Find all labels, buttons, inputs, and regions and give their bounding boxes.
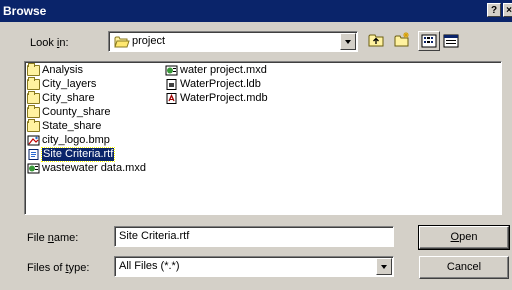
folder-icon xyxy=(27,91,40,104)
bitmap-icon xyxy=(27,135,40,146)
file-type-value: All Files (*.*) xyxy=(119,260,180,272)
rtf-document-icon xyxy=(28,149,39,160)
title-bar: Browse ? × xyxy=(0,0,512,22)
list-item[interactable]: County_share xyxy=(27,105,111,119)
file-name-label: File name: xyxy=(27,232,79,244)
list-item-selected[interactable]: Site Criteria.rtf xyxy=(27,147,116,162)
list-item[interactable]: State_share xyxy=(27,119,101,133)
folder-icon xyxy=(27,105,40,118)
up-folder-icon xyxy=(368,34,384,47)
list-view-icon xyxy=(421,34,437,48)
list-item[interactable]: City_layers xyxy=(27,77,96,91)
file-type-dropdown-arrow[interactable] xyxy=(376,258,392,275)
cancel-button[interactable]: Cancel xyxy=(419,256,509,279)
help-button[interactable]: ? xyxy=(487,3,501,17)
details-view-icon xyxy=(443,34,459,48)
look-in-dropdown-arrow[interactable] xyxy=(340,33,356,50)
list-item[interactable]: WaterProject.mdb xyxy=(165,92,268,105)
list-view-button[interactable] xyxy=(418,31,440,51)
list-item[interactable]: Analysis xyxy=(27,63,83,77)
file-name-value: Site Criteria.rtf xyxy=(119,230,190,242)
file-type-label: Files of type: xyxy=(27,262,90,274)
access-database-icon xyxy=(166,93,177,104)
list-item[interactable]: wastewater data.mxd xyxy=(27,162,146,175)
lock-file-icon xyxy=(166,79,177,90)
list-item[interactable]: city_logo.bmp xyxy=(27,134,110,147)
folder-icon xyxy=(27,119,40,132)
list-item[interactable]: WaterProject.ldb xyxy=(165,78,261,91)
up-folder-button[interactable] xyxy=(366,31,388,51)
list-item[interactable]: City_share xyxy=(27,91,95,105)
details-view-button[interactable] xyxy=(441,31,463,51)
file-list[interactable]: Analysis City_layers City_share County_s… xyxy=(24,61,502,215)
file-type-dropdown[interactable]: All Files (*.*) xyxy=(114,256,394,277)
file-name-input[interactable]: Site Criteria.rtf xyxy=(114,226,394,247)
map-document-icon xyxy=(165,65,178,76)
folder-icon xyxy=(27,77,40,90)
open-button[interactable]: Open xyxy=(418,225,510,250)
look-in-value: project xyxy=(132,35,166,47)
window-title: Browse xyxy=(3,4,47,18)
open-folder-icon xyxy=(114,36,130,48)
look-in-label: Look in: xyxy=(30,37,69,49)
new-folder-icon xyxy=(394,32,409,47)
list-item[interactable]: water project.mxd xyxy=(165,64,267,77)
folder-icon xyxy=(27,63,40,76)
new-folder-button[interactable] xyxy=(392,31,414,51)
look-in-dropdown[interactable]: project xyxy=(108,31,358,52)
map-document-icon xyxy=(27,163,40,174)
close-button[interactable]: × xyxy=(503,3,512,17)
